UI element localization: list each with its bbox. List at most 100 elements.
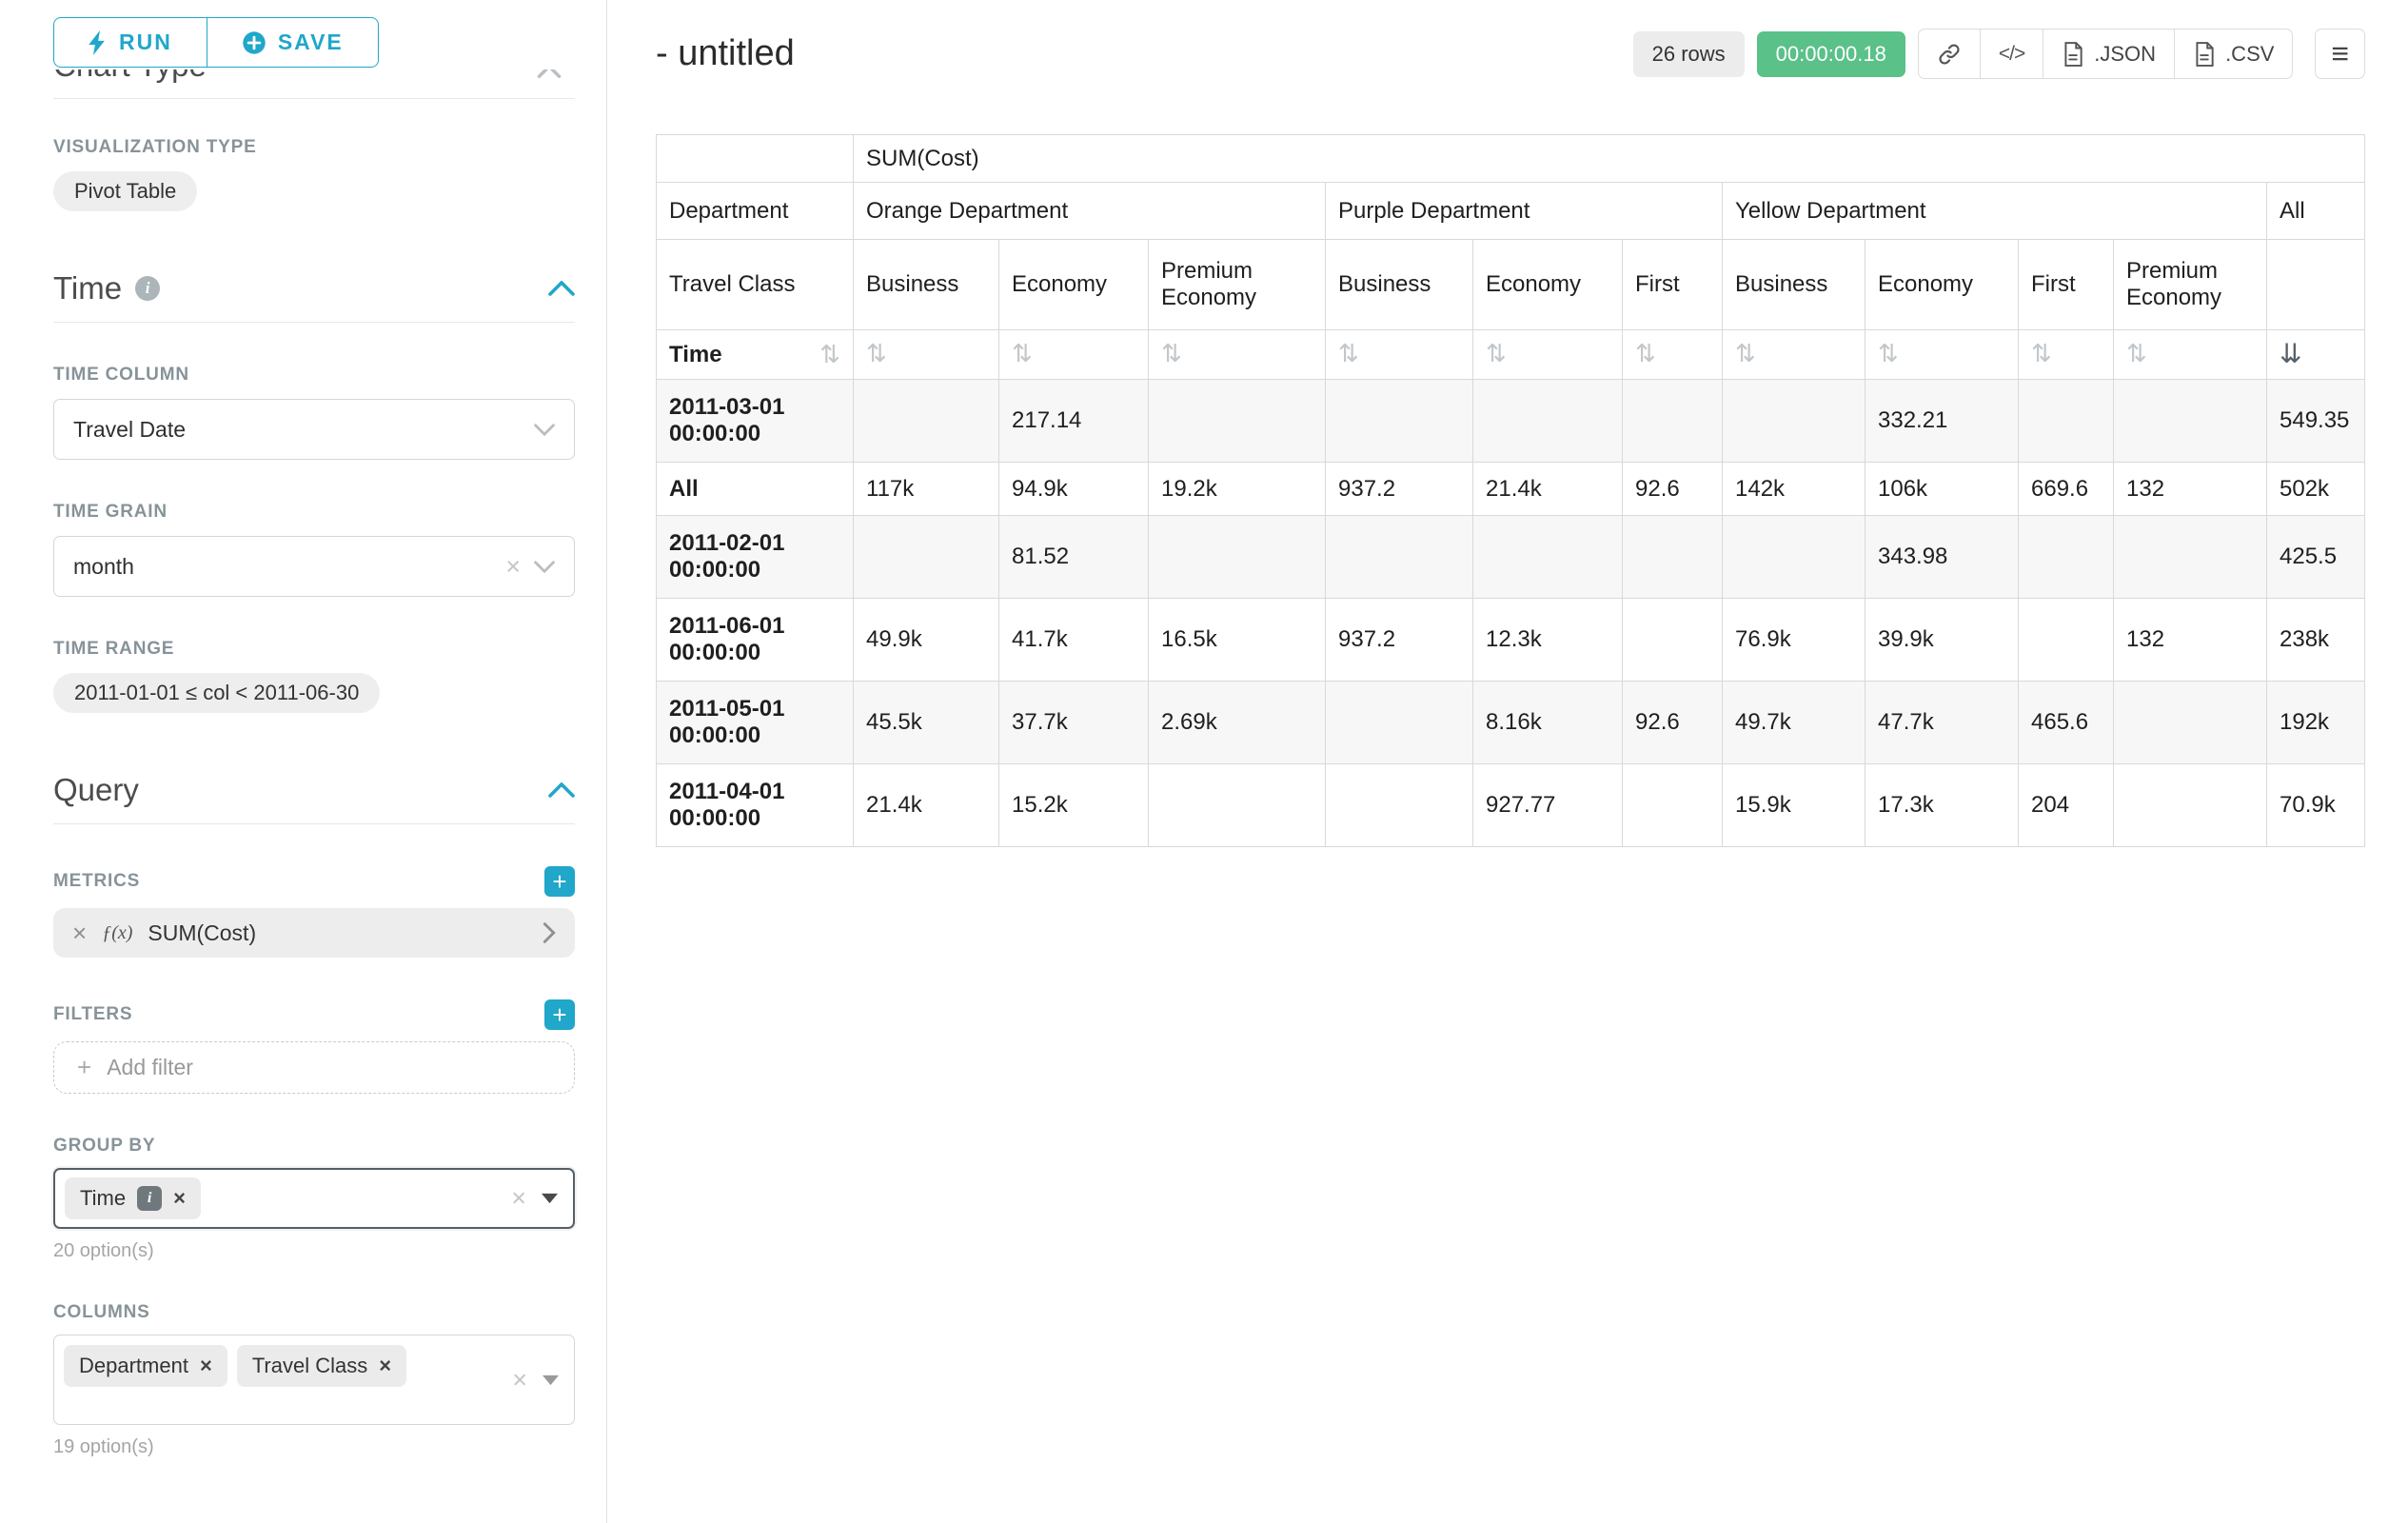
add-filter-plus-button[interactable]: + [544,999,575,1030]
table-row: 2011-04-01 00:00:00 21.4k 15.2k 927.77 1… [657,764,2365,847]
time-column-select[interactable]: Travel Date [53,399,575,460]
pivot-cell: 39.9k [1865,599,2019,682]
row-count-badge: 26 rows [1633,31,1745,77]
sort-icon[interactable]: ⇅ [1735,340,1756,368]
pivot-cell [2114,516,2267,599]
query-timer-badge: 00:00:00.18 [1757,31,1905,77]
blank-cell [2267,240,2365,330]
add-metric-button[interactable]: + [544,866,575,897]
clear-icon[interactable]: × [512,1367,527,1393]
pivot-cell: 49.9k [854,599,999,682]
query-section-header[interactable]: Query [53,772,575,824]
columns-select[interactable]: Department × Travel Class × × [53,1335,575,1425]
row-time-header: All [657,463,854,516]
run-button[interactable]: RUN [53,17,207,68]
pivot-cell: 49.7k [1723,682,1865,764]
metrics-label: METRICS [53,871,140,892]
group-by-label: GROUP BY [53,1136,575,1157]
time-section-header[interactable]: Time i [53,270,575,323]
columns-chip[interactable]: Travel Class × [237,1345,406,1387]
pivot-cell: 192k [2267,682,2365,764]
bolt-icon [89,30,108,55]
more-options-button[interactable]: ≡ [2315,29,2365,79]
pivot-cell: 15.2k [999,764,1149,847]
chart-header-actions: 26 rows 00:00:00.18 </> .JSON . [1633,29,2365,79]
pivot-cell: 81.52 [999,516,1149,599]
class-header: Economy [1473,240,1623,330]
sort-icon[interactable]: ⇅ [866,340,887,368]
add-filter-button[interactable]: + Add filter [53,1041,575,1094]
sort-icon[interactable]: ⇅ [1338,340,1359,368]
sort-cell: ⇅ [854,330,999,380]
chevron-up-icon[interactable] [548,782,575,798]
remove-chip-icon[interactable]: × [200,1354,212,1378]
export-csv-button[interactable]: .CSV [2174,29,2293,79]
sort-icon[interactable]: ⇅ [1486,340,1507,368]
sort-cell: ⇅ [1326,330,1473,380]
time-grain-select[interactable]: month × [53,536,575,597]
link-icon [1937,42,1962,67]
caret-down-icon[interactable] [543,1375,559,1385]
pivot-cell: 238k [2267,599,2365,682]
caret-down-icon[interactable] [542,1194,558,1204]
all-column-header: All [2267,183,2365,240]
department-group: Orange Department [854,183,1326,240]
class-header: Business [1326,240,1473,330]
chevron-down-icon [534,424,555,436]
sort-cell: ⇅ [1623,330,1723,380]
sort-cell: ⇅ [2019,330,2114,380]
sort-cell: ⇊ [2267,330,2365,380]
pivot-cell: 132 [2114,463,2267,516]
pivot-cell: 17.3k [1865,764,2019,847]
metric-chip[interactable]: × ƒ(x) SUM(Cost) [53,908,575,958]
class-header: Economy [999,240,1149,330]
chevron-up-icon[interactable] [548,281,575,296]
pivot-cell: 343.98 [1865,516,2019,599]
save-button[interactable]: SAVE [207,17,379,68]
metric-header: SUM(Cost) [854,135,2365,183]
pivot-cell: 76.9k [1723,599,1865,682]
sort-icon[interactable]: ⇅ [1161,340,1182,368]
group-by-chip[interactable]: Time i × [65,1177,201,1219]
sort-desc-icon[interactable]: ⇊ [2280,338,2301,369]
time-column-value: Travel Date [73,417,521,443]
sort-header-row: Time ⇅ ⇅ ⇅ ⇅ ⇅ ⇅ ⇅ ⇅ ⇅ ⇅ ⇅ ⇊ [657,330,2365,380]
class-header: Economy [1865,240,2019,330]
remove-metric-icon[interactable]: × [72,919,87,948]
travel-class-header-row: Travel Class Business Economy Premium Ec… [657,240,2365,330]
share-link-button[interactable] [1918,29,1981,79]
pivot-cell [1149,764,1326,847]
row-time-header: 2011-06-01 00:00:00 [657,599,854,682]
remove-chip-icon[interactable]: × [379,1354,391,1378]
chart-title[interactable]: - untitled [656,33,795,74]
pivot-cell [1623,516,1723,599]
sort-icon[interactable]: ⇅ [819,343,840,367]
chevron-up-icon [537,69,562,83]
row-time-header: 2011-04-01 00:00:00 [657,764,854,847]
remove-chip-icon[interactable]: × [173,1186,186,1211]
sort-icon[interactable]: ⇅ [1012,340,1033,368]
time-range-value[interactable]: 2011-01-01 ≤ col < 2011-06-30 [53,673,380,713]
visualization-type-value[interactable]: Pivot Table [53,171,197,211]
pivot-cell [1473,516,1623,599]
sort-icon[interactable]: ⇅ [2126,340,2147,368]
pivot-cell [1326,380,1473,463]
clear-icon[interactable]: × [505,554,521,580]
group-by-select[interactable]: Time i × × [53,1168,575,1229]
export-json-button[interactable]: .JSON [2043,29,2175,79]
pivot-cell: 47.7k [1865,682,2019,764]
sort-cell: ⇅ [1473,330,1623,380]
pivot-cell: 937.2 [1326,599,1473,682]
embed-code-button[interactable]: </> [1980,29,2043,79]
time-axis-header: Time ⇅ [657,330,854,380]
sort-icon[interactable]: ⇅ [1878,340,1899,368]
clear-icon[interactable]: × [511,1186,526,1212]
metric-header-row: SUM(Cost) [657,135,2365,183]
columns-chip[interactable]: Department × [64,1345,227,1387]
class-header: Business [854,240,999,330]
pivot-cell: 2.69k [1149,682,1326,764]
chevron-right-icon[interactable] [543,922,556,943]
chart-type-section-header[interactable]: Chart Type [53,69,575,85]
sort-icon[interactable]: ⇅ [2031,340,2052,368]
sort-icon[interactable]: ⇅ [1635,340,1656,368]
